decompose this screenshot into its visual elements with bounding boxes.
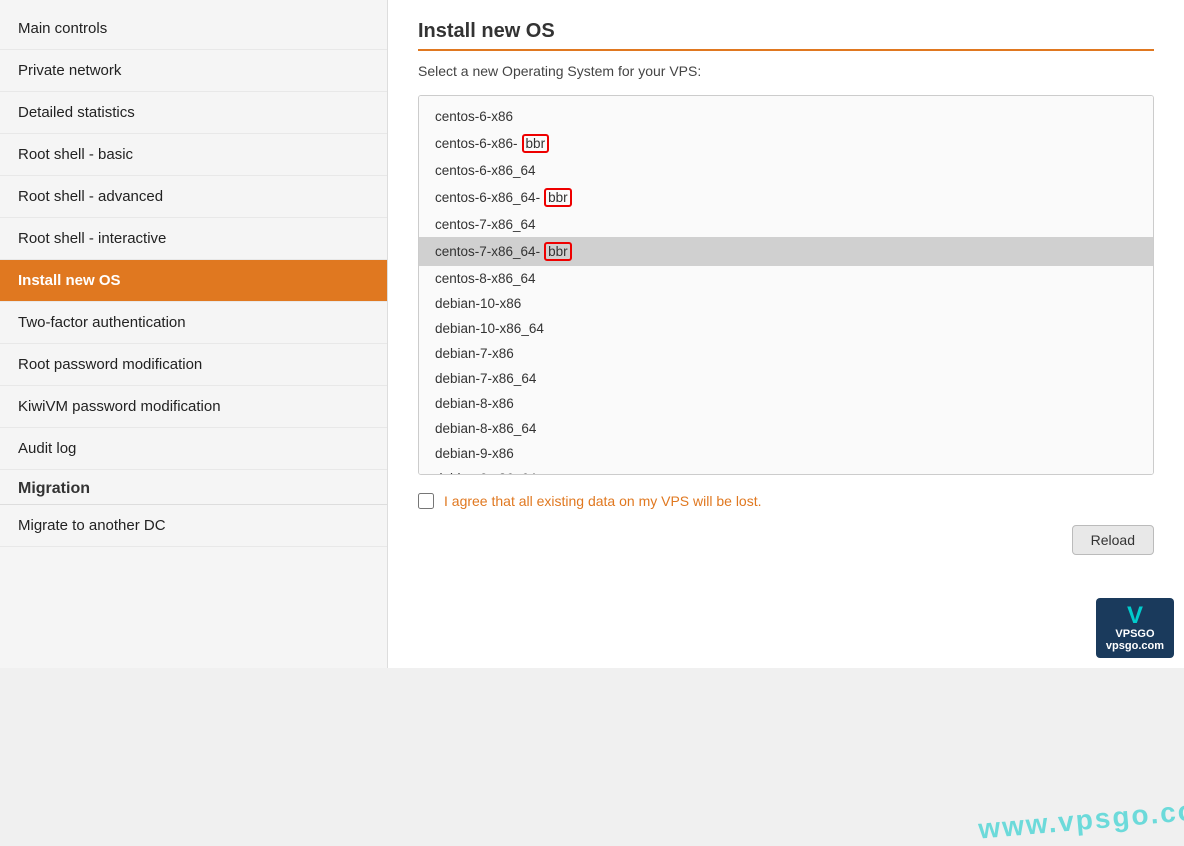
os-list: centos-6-x86centos-6-x86-bbrcentos-6-x86…: [419, 96, 1153, 475]
bbr-badge: bbr: [544, 188, 572, 207]
sidebar-item-root-password-modification[interactable]: Root password modification: [0, 344, 387, 386]
os-list-container[interactable]: centos-6-x86centos-6-x86-bbrcentos-6-x86…: [418, 95, 1154, 475]
os-list-item[interactable]: debian-7-x86_64: [419, 366, 1153, 391]
page-title: Install new OS: [418, 20, 1154, 51]
watermark: www.vpsgo.com: [977, 792, 1184, 845]
os-list-item[interactable]: centos-7-x86_64-bbr: [419, 237, 1153, 266]
sidebar-item-install-new-os[interactable]: Install new OS: [0, 260, 387, 302]
sidebar-item-two-factor-auth[interactable]: Two-factor authentication: [0, 302, 387, 344]
bbr-badge: bbr: [544, 242, 572, 261]
os-list-item[interactable]: debian-9-x86: [419, 441, 1153, 466]
vpsgo-logo-bottom: vpsgo.com: [1106, 640, 1164, 652]
os-list-item[interactable]: debian-10-x86: [419, 291, 1153, 316]
sidebar-item-main-controls[interactable]: Main controls: [0, 8, 387, 50]
sidebar-item-migrate-to-another-dc[interactable]: Migrate to another DC: [0, 505, 387, 547]
subtitle: Select a new Operating System for your V…: [418, 63, 1154, 79]
sidebar-item-audit-log[interactable]: Audit log: [0, 428, 387, 470]
os-list-item[interactable]: debian-8-x86: [419, 391, 1153, 416]
sidebar-item-detailed-statistics[interactable]: Detailed statistics: [0, 92, 387, 134]
os-list-item[interactable]: centos-8-x86_64: [419, 266, 1153, 291]
sidebar-item-root-shell-interactive[interactable]: Root shell - interactive: [0, 218, 387, 260]
os-list-item[interactable]: centos-6-x86-bbr: [419, 129, 1153, 158]
sidebar: Main controlsPrivate networkDetailed sta…: [0, 0, 388, 668]
vpsgo-v-icon: V: [1127, 604, 1143, 628]
os-list-item[interactable]: centos-6-x86_64-bbr: [419, 183, 1153, 212]
bbr-badge: bbr: [522, 134, 550, 153]
sidebar-item-root-shell-basic[interactable]: Root shell - basic: [0, 134, 387, 176]
reload-button[interactable]: Reload: [1072, 525, 1154, 555]
sidebar-item-private-network[interactable]: Private network: [0, 50, 387, 92]
agree-label[interactable]: I agree that all existing data on my VPS…: [444, 493, 762, 509]
agree-row: I agree that all existing data on my VPS…: [418, 493, 1154, 509]
os-list-item[interactable]: centos-6-x86: [419, 104, 1153, 129]
agree-checkbox[interactable]: [418, 493, 434, 509]
sidebar-item-kiwivm-password-modification[interactable]: KiwiVM password modification: [0, 386, 387, 428]
sidebar-item-root-shell-advanced[interactable]: Root shell - advanced: [0, 176, 387, 218]
sidebar-section-migration: Migration: [0, 470, 387, 505]
os-list-item[interactable]: debian-10-x86_64: [419, 316, 1153, 341]
os-list-item[interactable]: centos-6-x86_64: [419, 158, 1153, 183]
os-list-item[interactable]: debian-8-x86_64: [419, 416, 1153, 441]
vpsgo-logo-top: VPSGO: [1115, 628, 1154, 640]
os-list-item[interactable]: debian-9-x86_64: [419, 466, 1153, 475]
os-list-item[interactable]: debian-7-x86: [419, 341, 1153, 366]
main-content: Install new OS Select a new Operating Sy…: [388, 0, 1184, 668]
os-list-item[interactable]: centos-7-x86_64: [419, 212, 1153, 237]
vpsgo-logo: V VPSGO vpsgo.com: [1096, 598, 1174, 658]
